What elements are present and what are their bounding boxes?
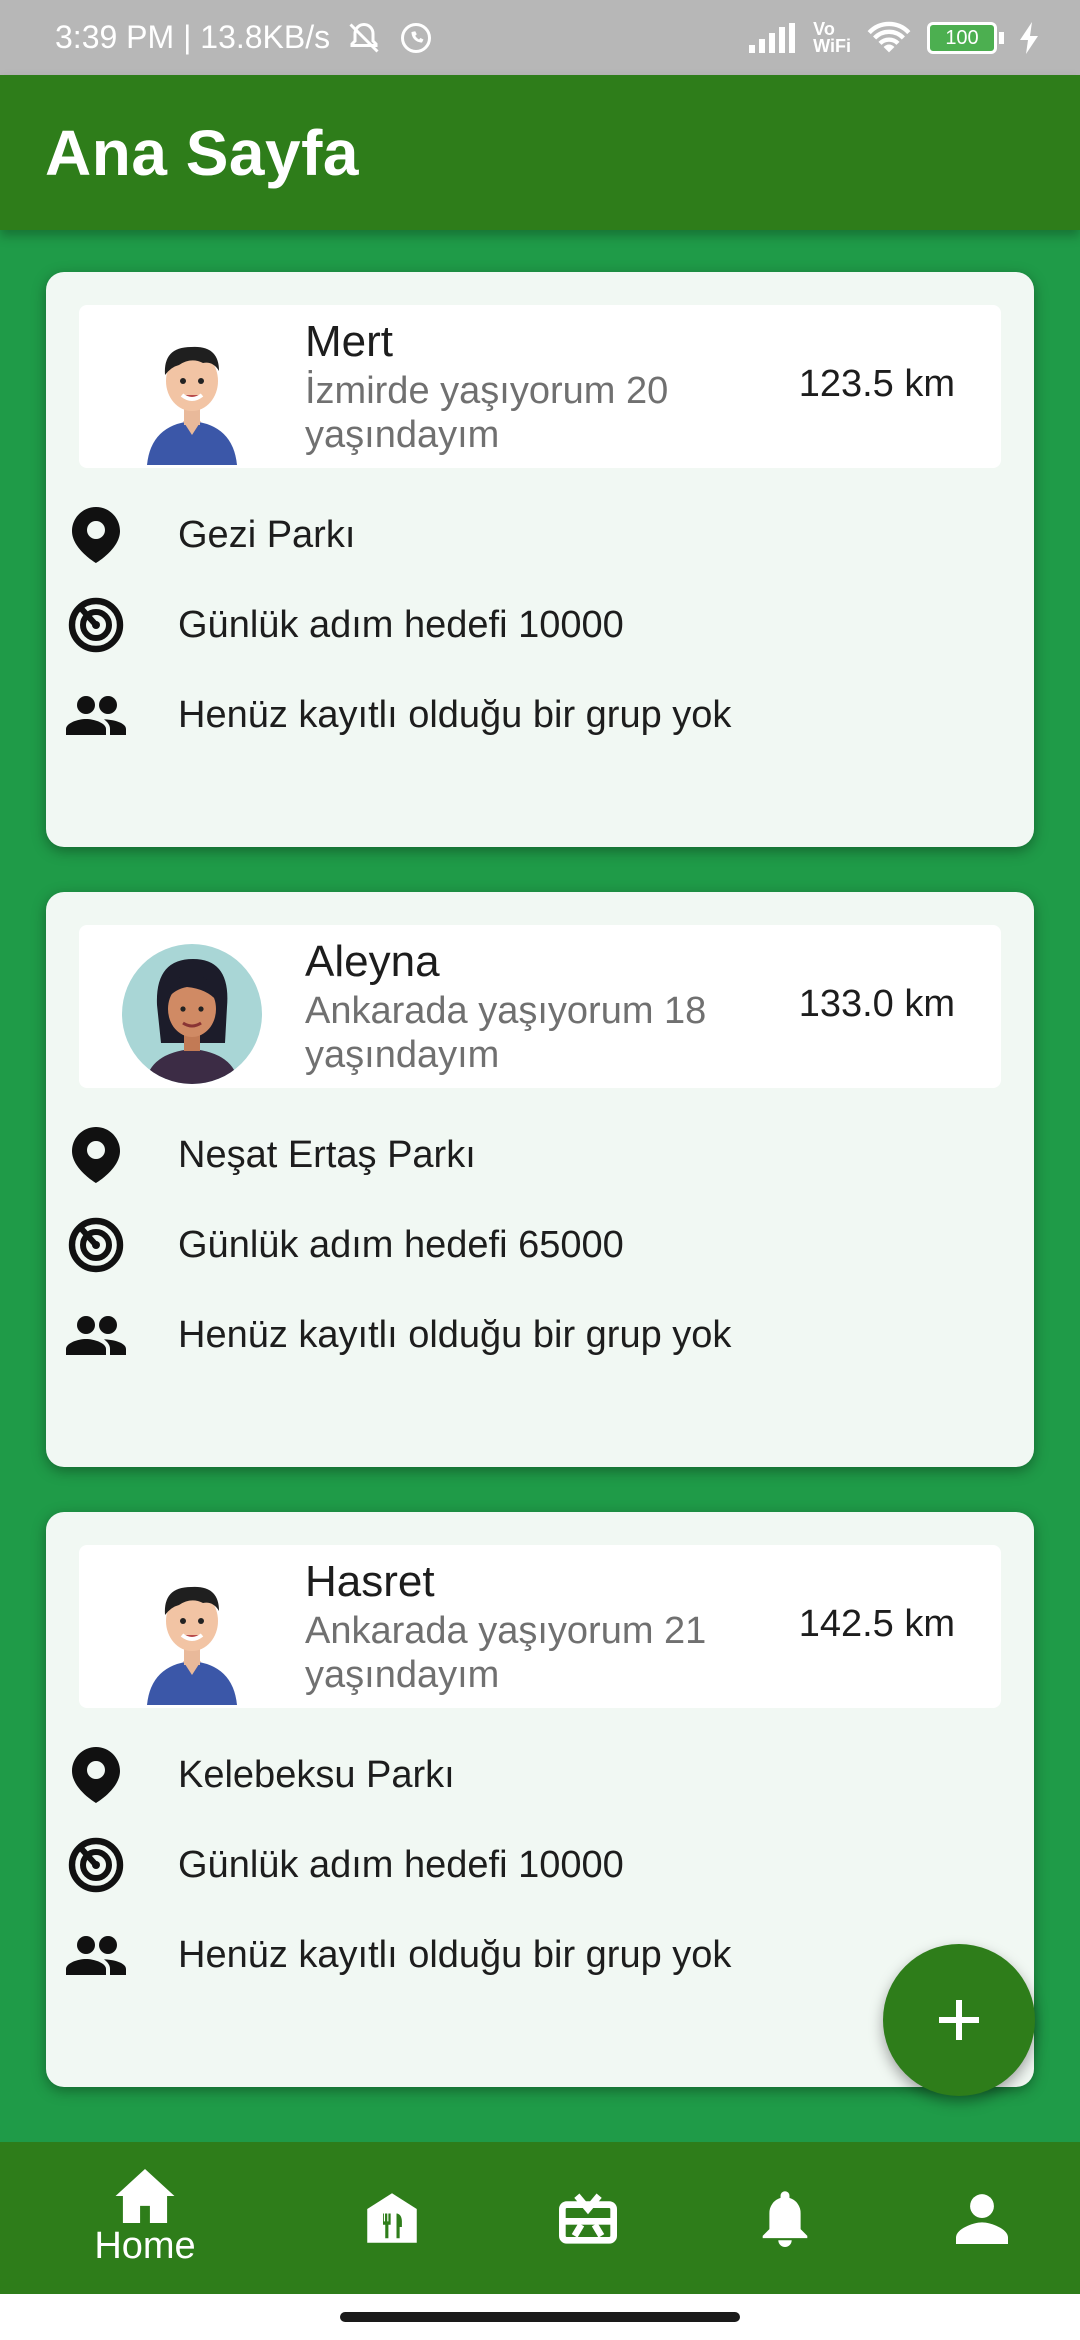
- status-right: Vo WiFi 100: [749, 20, 1040, 56]
- person-icon: [956, 2194, 1008, 2244]
- user-bio: İzmirde yaşıyorum 20 yaşındayım: [305, 370, 669, 456]
- female-avatar: [121, 943, 263, 1085]
- male-avatar: [121, 1563, 263, 1705]
- nav-item-gift-card[interactable]: [508, 2142, 668, 2294]
- vowifi-indicator: Vo WiFi: [813, 18, 851, 56]
- park-text: Kelebeksu Parkı: [178, 1753, 455, 1796]
- nav-item-notifications[interactable]: [705, 2142, 865, 2294]
- user-bio: Ankarada yaşıyorum 18 yaşındayım: [305, 990, 707, 1076]
- bell-icon: [762, 2191, 808, 2247]
- app-bar: Ana Sayfa: [0, 75, 1080, 230]
- step-goal-text: Günlük adım hedefi 65000: [178, 1223, 624, 1266]
- location-pin-icon: [66, 1745, 126, 1805]
- charging-icon: [1020, 21, 1040, 54]
- card-header: Hasret Ankarada yaşıyorum 21 yaşındayım …: [79, 1545, 1001, 1708]
- nav-item-home[interactable]: Home: [60, 2142, 230, 2294]
- male-avatar: [121, 323, 263, 465]
- whatsapp-icon: [398, 20, 434, 56]
- distance-label: 133.0 km: [798, 983, 955, 1025]
- card-header: Mert İzmirde yaşıyorum 20 yaşındayım 123…: [79, 305, 1001, 468]
- group-text: Henüz kayıtlı olduğu bir grup yok: [178, 1933, 732, 1976]
- step-goal-row: Günlük adım hedefi 10000: [66, 595, 624, 655]
- group-icon: [66, 1925, 126, 1985]
- target-icon: [66, 595, 126, 655]
- nav-item-profile[interactable]: [902, 2142, 1062, 2294]
- park-text: Neşat Ertaş Parkı: [178, 1133, 476, 1176]
- group-icon: [66, 685, 126, 745]
- group-row: Henüz kayıtlı olduğu bir grup yok: [66, 685, 731, 745]
- user-card[interactable]: Aleyna Ankarada yaşıyorum 18 yaşındayım …: [46, 892, 1034, 1467]
- step-goal-row: Günlük adım hedefi 65000: [66, 1215, 624, 1275]
- park-row: Kelebeksu Parkı: [66, 1745, 455, 1805]
- do-not-disturb-icon: [344, 20, 384, 56]
- group-row: Henüz kayıtlı olduğu bir grup yok: [66, 1305, 731, 1365]
- park-row: Neşat Ertaş Parkı: [66, 1125, 476, 1185]
- status-left: 3:39 PM | 13.8KB/s: [55, 19, 434, 56]
- page-title: Ana Sayfa: [45, 116, 359, 189]
- bottom-navigation: Home: [0, 2142, 1080, 2294]
- target-icon: [66, 1215, 126, 1275]
- status-bar: 3:39 PM | 13.8KB/s Vo WiFi 100: [0, 0, 1080, 75]
- home-icon: [115, 2168, 175, 2223]
- group-row: Henüz kayıtlı olduğu bir grup yok: [66, 1925, 731, 1985]
- gesture-area: [0, 2294, 1080, 2340]
- status-time: 3:39 PM | 13.8KB/s: [55, 19, 331, 55]
- wifi-icon: [867, 20, 911, 56]
- nav-item-restaurant[interactable]: [312, 2142, 472, 2294]
- location-pin-icon: [66, 1125, 126, 1185]
- gesture-handle[interactable]: [340, 2312, 740, 2322]
- group-icon: [66, 1305, 126, 1365]
- distance-label: 142.5 km: [798, 1603, 955, 1645]
- user-card[interactable]: Mert İzmirde yaşıyorum 20 yaşındayım 123…: [46, 272, 1034, 847]
- group-text: Henüz kayıtlı olduğu bir grup yok: [178, 693, 732, 736]
- user-name: Hasret: [305, 1557, 435, 1606]
- distance-label: 123.5 km: [798, 363, 955, 405]
- battery-icon: 100: [927, 21, 1004, 54]
- location-pin-icon: [66, 505, 126, 565]
- gift-card-icon: [559, 2193, 617, 2244]
- user-name: Mert: [305, 317, 393, 366]
- nav-label-home: Home: [94, 2224, 196, 2267]
- park-row: Gezi Parkı: [66, 505, 355, 565]
- step-goal-text: Günlük adım hedefi 10000: [178, 1843, 624, 1886]
- restaurant-icon: [367, 2193, 417, 2243]
- user-name: Aleyna: [305, 937, 440, 986]
- target-icon: [66, 1835, 126, 1895]
- add-button[interactable]: [883, 1944, 1035, 2096]
- group-text: Henüz kayıtlı olduğu bir grup yok: [178, 1313, 732, 1356]
- card-header: Aleyna Ankarada yaşıyorum 18 yaşındayım …: [79, 925, 1001, 1088]
- park-text: Gezi Parkı: [178, 513, 356, 556]
- step-goal-row: Günlük adım hedefi 10000: [66, 1835, 624, 1895]
- signal-icon: [749, 22, 797, 53]
- user-bio: Ankarada yaşıyorum 21 yaşındayım: [305, 1610, 707, 1696]
- battery-level: 100: [945, 26, 979, 49]
- step-goal-text: Günlük adım hedefi 10000: [178, 603, 624, 646]
- plus-icon: [939, 2000, 979, 2040]
